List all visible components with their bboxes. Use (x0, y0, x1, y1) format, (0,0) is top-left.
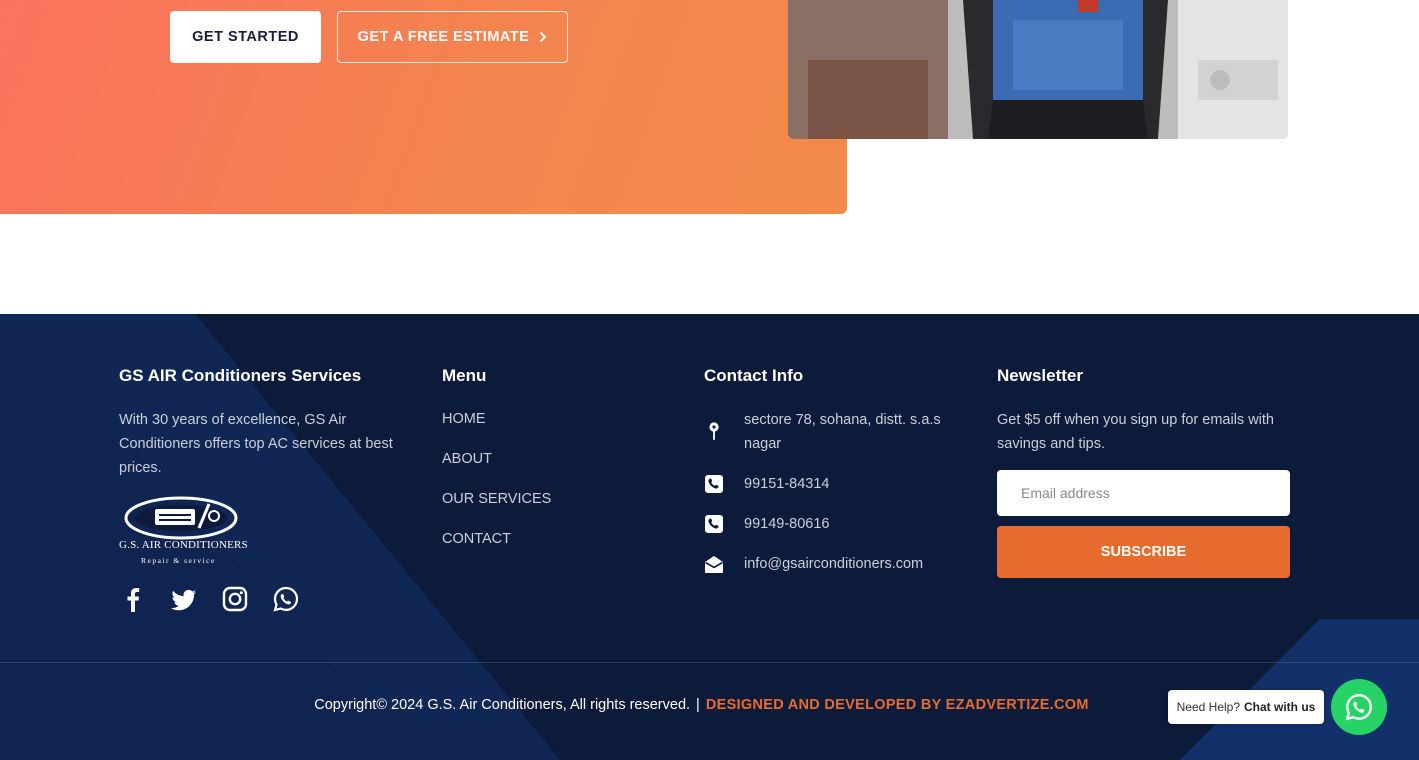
contact-phone1-row: 99151-84314 (704, 472, 829, 494)
phone-icon (705, 515, 723, 533)
contact-address: sectore 78, sohana, distt. s.a.s nagar (744, 412, 941, 452)
about-title: GS AIR Conditioners Services (119, 366, 362, 385)
phone-icon (705, 475, 723, 493)
contact-email[interactable]: info@gsairconditioners.com (744, 552, 954, 576)
chat-help-bubble[interactable]: Need Help? Chat with us (1168, 690, 1324, 724)
get-started-button[interactable]: GET STARTED (170, 11, 321, 63)
contact-phone-2[interactable]: 99149-80616 (744, 512, 954, 536)
twitter-icon[interactable] (170, 585, 198, 613)
copyright-separator: | (696, 697, 700, 713)
contact-phone-1[interactable]: 99151-84314 (744, 472, 954, 496)
contact-phone2-row: 99149-80616 (704, 512, 829, 534)
menu-link-home[interactable]: HOME (442, 411, 486, 427)
newsletter-email-input[interactable] (997, 470, 1290, 516)
contact-address-row: sectore 78, sohana, distt. s.a.s nagar (704, 408, 941, 452)
free-estimate-button[interactable]: GET A FREE ESTIMATE (337, 11, 568, 63)
chevron-right-icon (540, 31, 547, 43)
technician-photo (788, 0, 1288, 139)
subscribe-label: SUBSCRIBE (1100, 544, 1187, 560)
footer-divider (0, 662, 1419, 663)
logo-tagline: Repair & service (141, 556, 216, 565)
envelope-open-icon (705, 556, 723, 573)
technician-illustration (788, 0, 1288, 139)
instagram-icon[interactable] (221, 585, 249, 613)
hero-banner: GET STARTED GET A FREE ESTIMATE (0, 0, 847, 214)
logo-name: G.S. AIR CONDITIONERS (119, 539, 248, 551)
menu-title: Menu (442, 366, 487, 385)
menu-link-our-services[interactable]: OUR SERVICES (442, 491, 551, 507)
newsletter-title: Newsletter (997, 366, 1083, 385)
subscribe-button[interactable]: SUBSCRIBE (997, 526, 1290, 578)
free-estimate-label: GET A FREE ESTIMATE (357, 29, 530, 45)
contact-email-row: info@gsairconditioners.com (704, 552, 923, 574)
newsletter-text: Get $5 off when you sign up for emails w… (997, 412, 1274, 452)
whatsapp-icon (1345, 694, 1372, 721)
developer-credit-link[interactable]: DESIGNED AND DEVELOPED BY EZADVERTIZE.CO… (706, 697, 1089, 713)
map-pin-icon (709, 422, 719, 440)
copyright-text: Copyright© 2024 G.S. Air Conditioners, A… (314, 697, 691, 713)
need-help-text: Need Help? (1176, 700, 1241, 714)
about-text: With 30 years of excellence, GS Air Cond… (119, 412, 393, 476)
contact-title: Contact Info (704, 366, 804, 385)
get-started-label: GET STARTED (192, 29, 299, 45)
menu-link-about[interactable]: ABOUT (442, 451, 492, 467)
company-logo: G.S. AIR CONDITIONERS Repair & service (119, 492, 259, 568)
chat-with-us-text: Chat with us (1244, 700, 1316, 714)
whatsapp-icon[interactable] (272, 585, 300, 613)
whatsapp-chat-button[interactable] (1331, 679, 1387, 735)
menu-link-contact[interactable]: CONTACT (442, 531, 511, 547)
facebook-icon[interactable] (119, 585, 147, 613)
